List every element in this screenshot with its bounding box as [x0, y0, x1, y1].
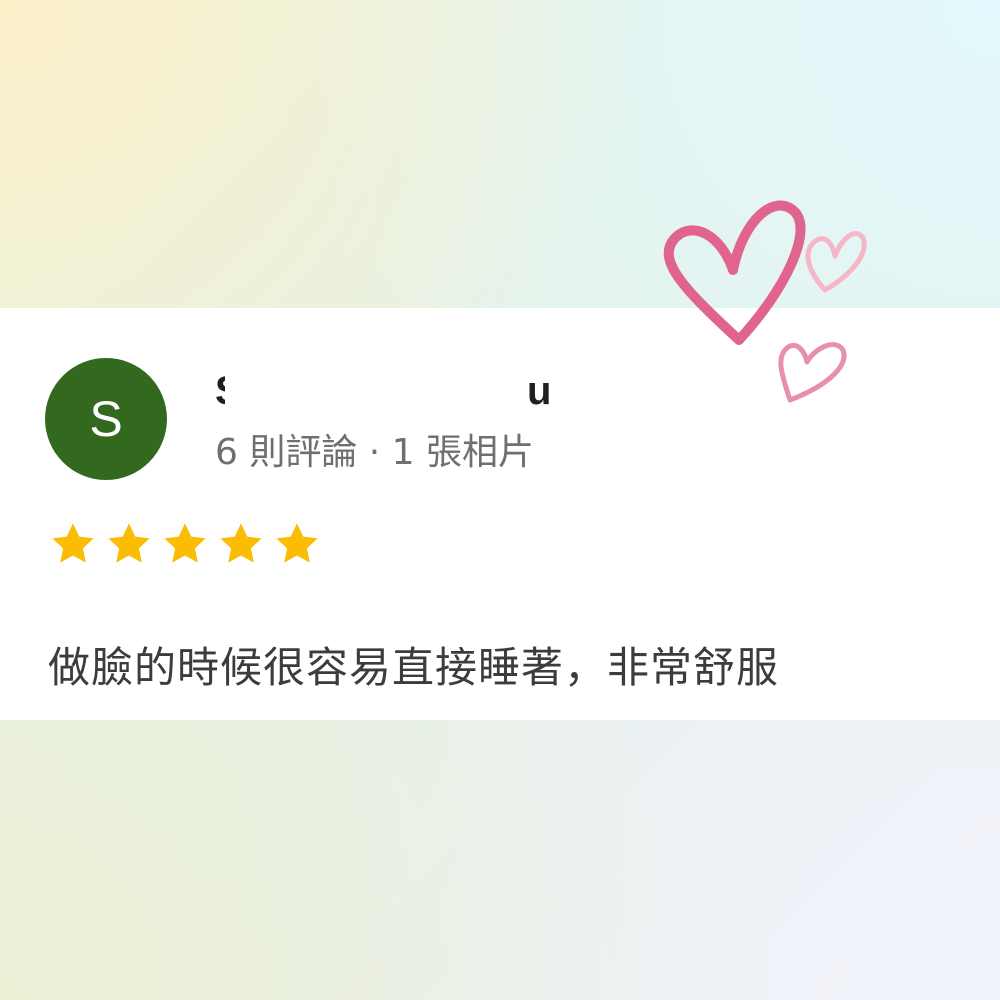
avatar-initial: S	[89, 391, 123, 447]
review-text: 做臉的時候很容易直接睡著，非常舒服	[48, 643, 780, 692]
small-heart-bottom	[778, 342, 847, 403]
star-icon	[276, 523, 318, 563]
author-name[interactable]: S u	[215, 366, 555, 416]
name-redaction	[225, 366, 525, 416]
avatar[interactable]: S	[45, 358, 167, 480]
hearts-doodle-icon	[663, 200, 867, 403]
author-name-end: u	[527, 369, 552, 413]
author-meta: 6 則評論 · 1 張相片	[215, 432, 535, 473]
star-icon	[108, 523, 150, 563]
star-rating	[45, 518, 325, 570]
star-icon	[164, 523, 206, 563]
star-icon	[220, 523, 262, 563]
star-icon	[52, 523, 94, 563]
large-heart	[663, 200, 806, 345]
small-heart-top	[805, 231, 867, 293]
